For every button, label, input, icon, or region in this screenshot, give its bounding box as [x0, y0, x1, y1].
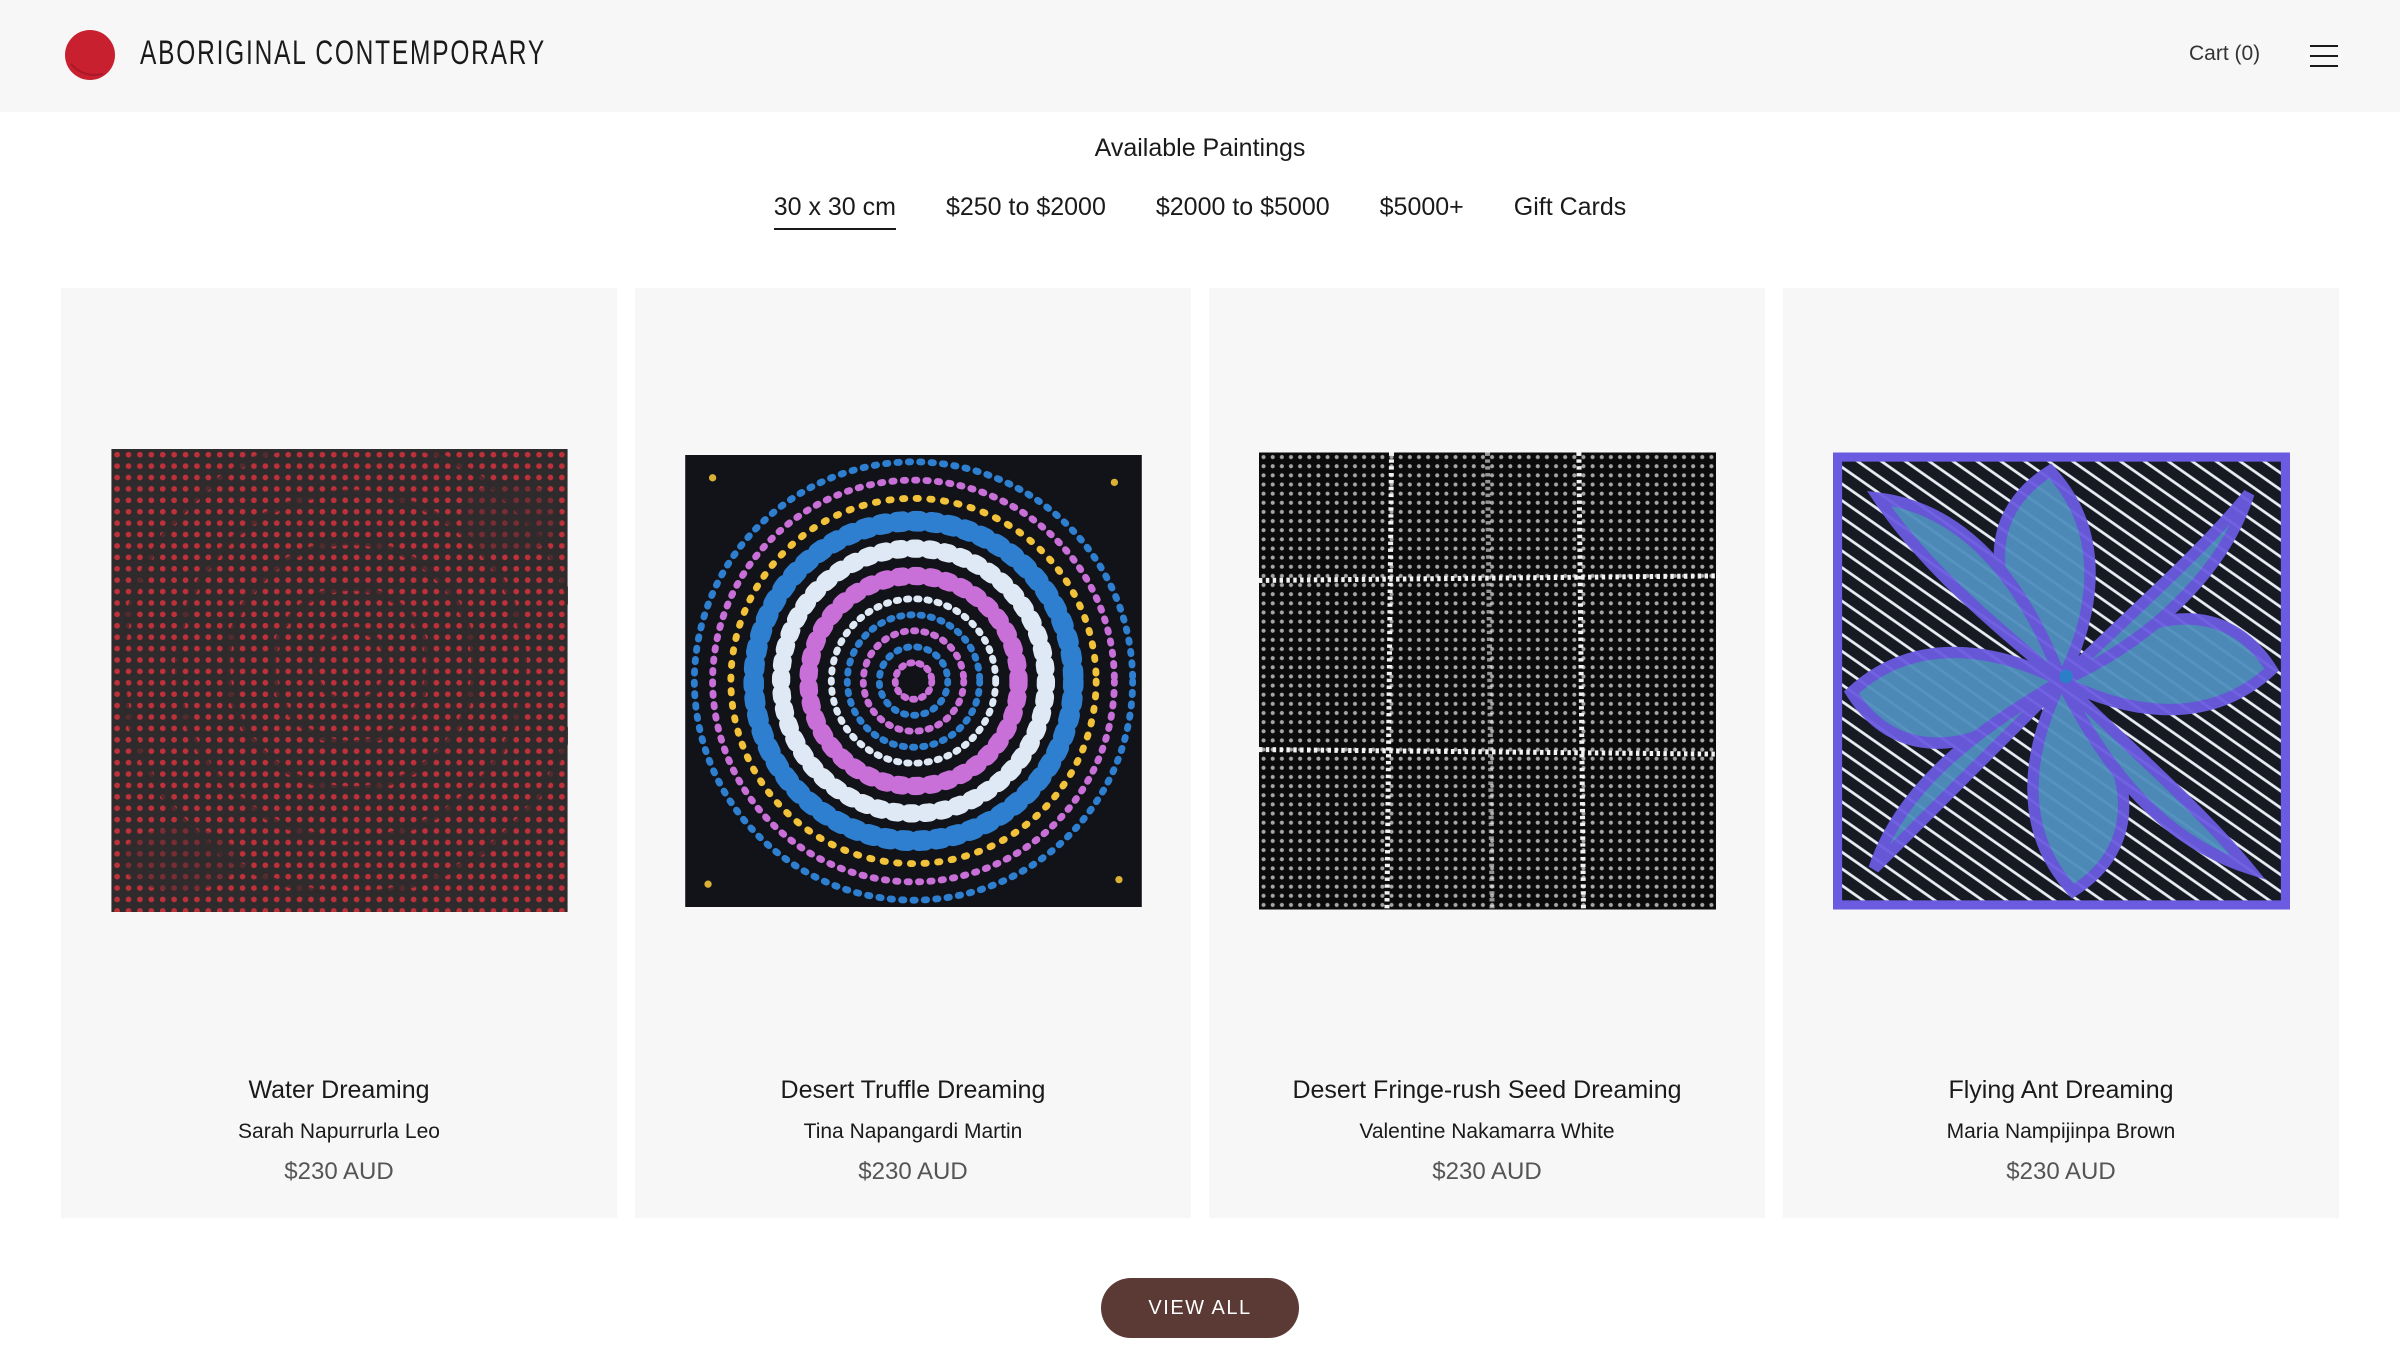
product-price: $230 AUD — [858, 1158, 968, 1185]
product-card[interactable]: Desert Truffle Dreaming Tina Napangardi … — [635, 288, 1191, 1218]
filter-tab-30x30[interactable]: 30 x 30 cm — [773, 193, 896, 230]
brand-name[interactable]: ABORIGINAL CONTEMPORARY — [140, 34, 546, 73]
filter-tab-5000-plus[interactable]: $5000+ — [1380, 193, 1464, 230]
filter-tab-gift-cards[interactable]: Gift Cards — [1514, 193, 1627, 230]
product-title[interactable]: Water Dreaming — [61, 1076, 617, 1105]
product-card[interactable]: Flying Ant Dreaming Maria Nampijinpa Bro… — [1783, 288, 2339, 1218]
section-title: Available Paintings — [1094, 134, 1306, 162]
product-price: $230 AUD — [284, 1158, 394, 1185]
product-artist: Valentine Nakamarra White — [1359, 1120, 1615, 1143]
product-title[interactable]: Desert Fringe-rush Seed Dreaming — [1209, 1076, 1765, 1105]
cart-link[interactable]: Cart (0) — [2189, 42, 2260, 66]
site-header: ABORIGINAL CONTEMPORARY Cart (0) — [0, 0, 2400, 112]
product-artist: Tina Napangardi Martin — [803, 1120, 1023, 1143]
product-image-desert-truffle-dreaming[interactable] — [685, 455, 1142, 907]
view-all-button[interactable]: VIEW ALL — [1101, 1278, 1299, 1338]
product-artist: Maria Nampijinpa Brown — [1946, 1120, 2176, 1143]
product-card[interactable]: Desert Fringe-rush Seed Dreaming Valenti… — [1209, 288, 1765, 1218]
hamburger-menu-icon[interactable] — [2310, 45, 2338, 67]
filter-tab-2000-5000[interactable]: $2000 to $5000 — [1156, 193, 1330, 230]
product-artist: Sarah Napurrurla Leo — [238, 1120, 440, 1143]
product-image-water-dreaming[interactable] — [111, 449, 568, 912]
product-title[interactable]: Flying Ant Dreaming — [1783, 1076, 2339, 1105]
product-image-flying-ant-dreaming[interactable] — [1833, 451, 2290, 911]
filter-tab-250-2000[interactable]: $250 to $2000 — [946, 193, 1106, 230]
product-title[interactable]: Desert Truffle Dreaming — [635, 1076, 1191, 1105]
product-price: $230 AUD — [1432, 1158, 1542, 1185]
logo-icon[interactable] — [63, 28, 117, 82]
product-price: $230 AUD — [2006, 1158, 2116, 1185]
product-card[interactable]: Water Dreaming Sarah Napurrurla Leo $230… — [61, 288, 617, 1218]
product-image-desert-fringe-rush-seed-dreaming[interactable] — [1259, 452, 1716, 910]
filter-tabs: 30 x 30 cm $250 to $2000 $2000 to $5000 … — [0, 193, 2400, 230]
